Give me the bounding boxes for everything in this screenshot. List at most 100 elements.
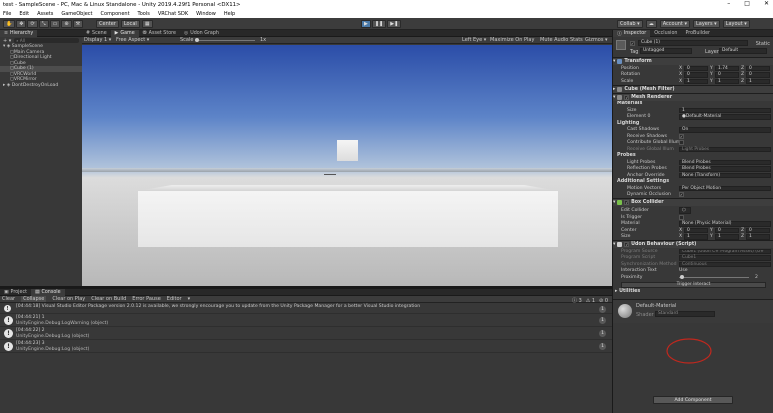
create-plus-button[interactable]: + ▾ [3,38,11,44]
receive-shadows-checkbox[interactable]: ✓ [679,133,684,139]
step-button[interactable]: ▶❚ [387,20,402,28]
utilities-foldout[interactable]: ▸ Utilities [613,289,773,296]
center-z-input[interactable]: 0 [746,227,770,233]
transform-y-input[interactable]: 1 [715,78,739,84]
add-component-button[interactable]: Add Component [653,396,733,404]
close-icon[interactable]: ✕ [764,0,769,7]
layout-dropdown[interactable]: Layout ▾ [722,20,750,28]
custom-tool-icon[interactable]: ⚒ [72,20,84,28]
menu-file[interactable]: File [3,11,11,17]
scale-slider-thumb[interactable] [195,38,199,42]
layers-dropdown[interactable]: Layers ▾ [693,20,720,28]
rect-tool-icon[interactable]: ▭ [49,20,61,28]
cloud-icon[interactable]: ☁ [645,20,657,28]
log-entry[interactable]: ! [04:44:23] 3 UnityEngine.Debug:Log (obje… [0,340,612,353]
menu-tools[interactable]: Tools [138,11,150,17]
mute-audio-toggle[interactable]: Mute Audio [540,37,568,43]
transform-y-input[interactable]: 1.74 [715,65,739,71]
tab-occlusion[interactable]: Occlusion [650,30,681,37]
tab-probuilder[interactable]: ProBuilder [681,30,714,37]
object-name-input[interactable]: Cube (1) [638,40,748,46]
transform-tool-icon[interactable]: ⊕ [61,20,72,28]
pivot-local-button[interactable]: Local [120,20,140,28]
tag-dropdown[interactable]: Untagged [640,48,692,54]
dynamic-occlusion-checkbox[interactable]: ✓ [679,192,684,198]
cast-shadows-dropdown[interactable]: On [679,127,771,133]
menu-component[interactable]: Component [101,11,130,17]
size-y-input[interactable]: 1 [715,234,739,240]
snap-icon[interactable]: ▦ [141,20,153,28]
menu-assets[interactable]: Assets [37,11,53,17]
log-entry[interactable]: ! [04:44:21] 1 UnityEngine.Debug:LogWarnin… [0,314,612,327]
materials-size-input[interactable]: 1 [679,107,771,113]
pivot-center-button[interactable]: Center [96,20,119,28]
hand-tool-icon[interactable]: ✋ [3,20,16,28]
anchor-override-field[interactable]: None (Transform) [679,172,771,178]
center-x-input[interactable]: 0 [684,227,708,233]
rotate-tool-icon[interactable]: ⟳ [27,20,38,28]
contribute-gi-checkbox[interactable] [679,140,684,146]
tab-udon-graph[interactable]: ◎ Udon Graph [180,30,223,37]
game-viewport[interactable] [82,45,612,286]
mesh-filter-header[interactable]: ▸ Cube (Mesh Filter) [613,84,773,93]
maximize-icon[interactable]: □ [744,0,750,7]
log-entry[interactable]: ! [04:44:18] Visual Studio Editor Package… [0,303,612,314]
console-clear-on-build-button[interactable]: Clear on Build [91,296,126,302]
size-x-input[interactable]: 1 [684,234,708,240]
shader-dropdown[interactable]: Standard [655,311,715,317]
tab-game[interactable]: ▶ Game [110,29,139,37]
is-trigger-checkbox[interactable] [679,214,684,220]
light-probes-dropdown[interactable]: Blend Probes [679,159,771,165]
dont-destroy-item[interactable]: ▸ ◈ DontDestroyOnLoad [0,83,82,89]
tab-asset-store[interactable]: ⛃ Asset Store [139,30,180,37]
edit-collider-button[interactable]: ⬡ [679,206,691,214]
box-collider-header[interactable]: ▾ ✓ Box Collider [613,198,773,206]
transform-x-input[interactable]: 0 [684,72,708,78]
left-eye-dropdown[interactable]: Left Eye ▾ [462,37,486,43]
mesh-renderer-checkbox[interactable]: ✓ [624,94,630,100]
interaction-text-input[interactable]: Use [679,268,688,273]
hierarchy-search-input[interactable]: ⌕ All [14,38,79,43]
mesh-renderer-header[interactable]: ▾ ✓ Mesh Renderer [613,92,773,101]
console-editor-button[interactable]: Editor [167,296,182,302]
proximity-slider-thumb[interactable] [680,275,684,279]
menu-gameobject[interactable]: GameObject [61,11,92,17]
scale-tool-icon[interactable]: ⤡ [38,20,49,28]
menu-help[interactable]: Help [224,11,235,17]
reflection-probes-dropdown[interactable]: Blend Probes [679,166,771,172]
transform-y-input[interactable]: 0 [715,72,739,78]
udon-behaviour-header[interactable]: ▾ ✓ Udon Behaviour (Script) [613,240,773,248]
tab-scene[interactable]: # Scene [82,30,111,37]
tab-project[interactable]: ▣ Project [0,289,31,296]
udon-checkbox[interactable]: ✓ [624,242,630,247]
menu-edit[interactable]: Edit [19,11,29,17]
motion-vectors-dropdown[interactable]: Per Object Motion [679,185,771,191]
aspect-dropdown[interactable]: Free Aspect ▾ [116,37,149,43]
log-entry[interactable]: ! [04:44:22] 2 UnityEngine.Debug:Log (obje… [0,327,612,340]
size-z-input[interactable]: 1 [746,234,770,240]
maximize-on-play-toggle[interactable]: Maximize On Play [490,37,534,43]
console-collapse-button[interactable]: Collapse [21,296,47,302]
proximity-value[interactable]: 2 [755,275,758,280]
active-checkbox[interactable]: ✓ [630,41,635,46]
transform-x-input[interactable]: 1 [684,78,708,84]
transform-z-input[interactable]: 1 [746,78,770,84]
transform-header[interactable]: ▾ Transform [613,57,773,65]
account-dropdown[interactable]: Account ▾ [659,20,690,28]
menu-window[interactable]: Window [196,11,216,17]
transform-z-input[interactable]: 0 [746,72,770,78]
gizmos-dropdown[interactable]: Gizmos ▾ [585,37,608,43]
physic-material-field[interactable]: None (Physic Material) [679,221,771,227]
proximity-slider[interactable] [679,277,749,278]
tab-inspector[interactable]: ⓘ Inspector [613,29,651,37]
stats-toggle[interactable]: Stats [570,37,583,43]
layer-dropdown[interactable]: Default [719,48,767,54]
menu-vrchat-sdk[interactable]: VRChat SDK [158,11,188,17]
minimize-icon[interactable]: – [727,0,730,7]
console-clear-on-play-button[interactable]: Clear on Play [52,296,85,302]
tab-console[interactable]: ▤ Console [30,288,65,296]
play-button[interactable]: ▶ [361,20,371,28]
move-tool-icon[interactable]: ✥ [16,20,27,28]
transform-z-input[interactable]: 0 [746,65,770,71]
trigger-interact-button[interactable]: Trigger Interact [621,281,766,288]
